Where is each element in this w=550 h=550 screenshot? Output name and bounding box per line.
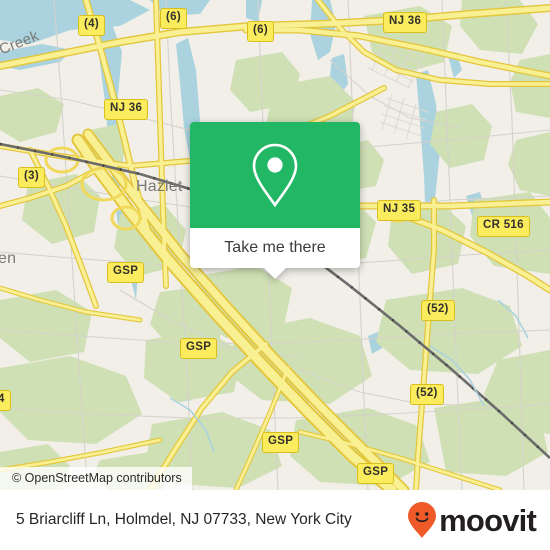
road-shield-4-top[interactable]: (4)	[78, 15, 105, 36]
road-shield-nj36-left[interactable]: NJ 36	[104, 99, 149, 120]
road-shield-6-top[interactable]: (6)	[160, 8, 187, 29]
address-text: 5 Briarcliff Ln, Holmdel, NJ 07733, New …	[16, 511, 352, 528]
road-shield-gsp-upper[interactable]: GSP	[107, 262, 145, 283]
road-shield-gsp-lower[interactable]: GSP	[262, 432, 300, 453]
location-pin-icon	[252, 143, 298, 208]
moovit-pin-icon	[408, 502, 437, 538]
road-shield-gsp-bottom[interactable]: GSP	[357, 463, 395, 484]
road-shield-6-top-right[interactable]: (6)	[247, 21, 274, 42]
map-screenshot-root: Creek Hazlet en (4) (6) (6) NJ 36 NJ 36 …	[0, 0, 550, 550]
popup-footer[interactable]: Take me there	[190, 228, 360, 279]
map-canvas[interactable]: Creek Hazlet en (4) (6) (6) NJ 36 NJ 36 …	[0, 0, 550, 490]
road-shield-nj36-top-right[interactable]: NJ 36	[383, 12, 428, 33]
road-shield-52-upper[interactable]: (52)	[421, 300, 455, 321]
road-shield-gsp-mid[interactable]: GSP	[180, 338, 218, 359]
moovit-logo[interactable]: moovit	[407, 501, 537, 539]
osm-attribution[interactable]: © OpenStreetMap contributors	[0, 467, 192, 490]
road-shield-cr516[interactable]: CR 516	[477, 216, 530, 237]
popup-header	[190, 122, 360, 228]
popup-tail-arrow	[264, 268, 286, 279]
take-me-there-label: Take me there	[224, 239, 326, 256]
road-shield-3[interactable]: (3)	[18, 167, 45, 188]
location-popup-card[interactable]: Take me there	[190, 122, 360, 279]
road-shield-52-lower[interactable]: (52)	[410, 384, 444, 405]
road-shield-nj35[interactable]: NJ 35	[377, 200, 422, 221]
footer-bar: 5 Briarcliff Ln, Holmdel, NJ 07733, New …	[0, 490, 550, 550]
moovit-wordmark: moovit	[439, 502, 537, 538]
road-shield-4-left-edge[interactable]: 4	[0, 390, 11, 411]
